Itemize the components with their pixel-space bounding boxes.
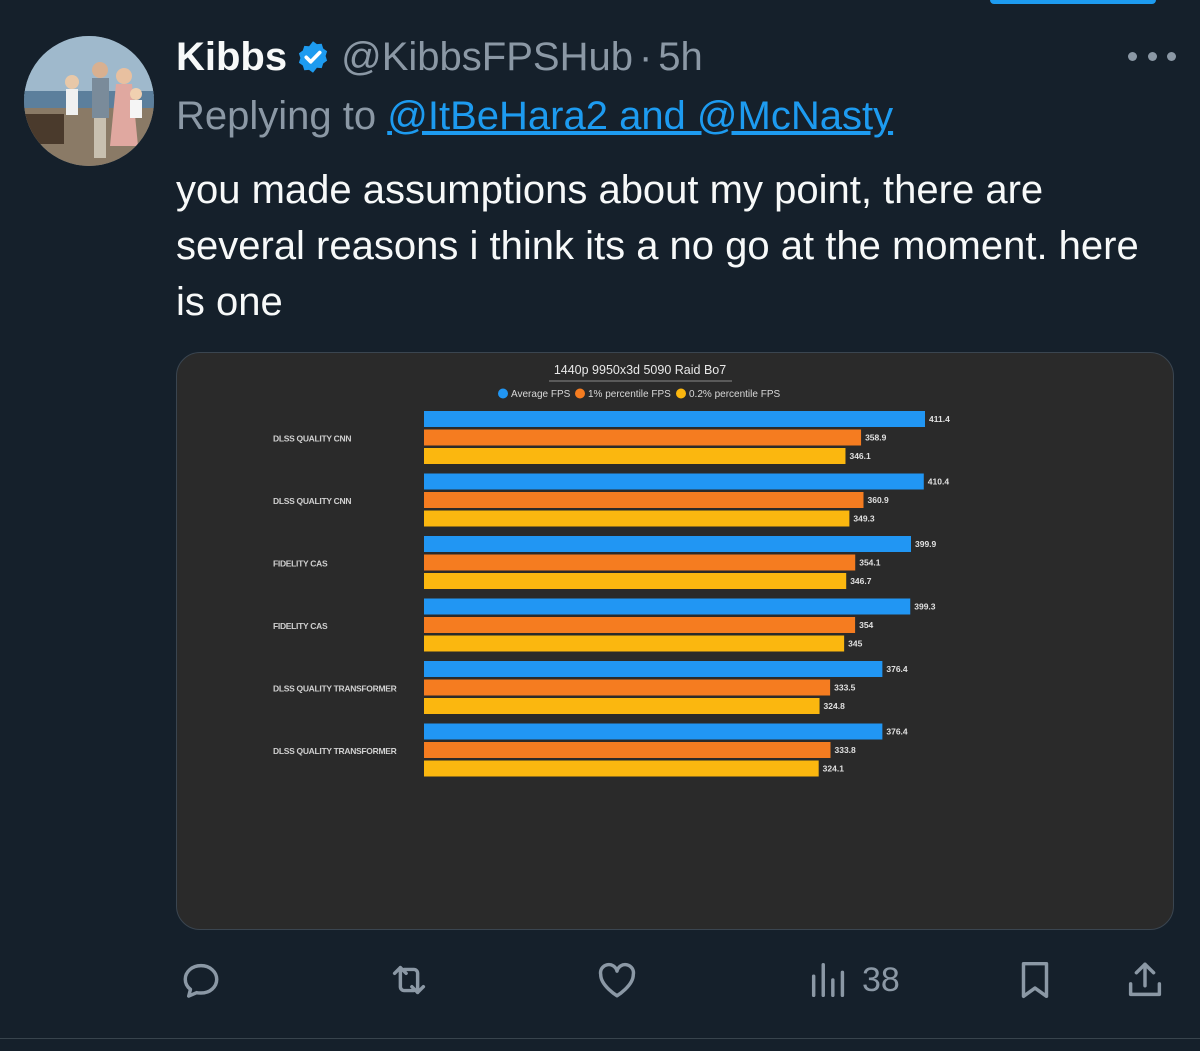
- category-label: DLSS QUALITY TRANSFORMER: [273, 684, 397, 694]
- views-icon: [811, 962, 845, 998]
- like-icon: [598, 962, 636, 998]
- bar-value-label: 358.9: [865, 433, 887, 443]
- retweet-icon: [392, 965, 426, 995]
- share-icon: [1128, 962, 1162, 997]
- chart-bar: [424, 573, 847, 589]
- category-label: DLSS QUALITY CNN: [273, 434, 351, 444]
- chart-bar: [424, 635, 845, 652]
- avatar[interactable]: [24, 36, 154, 166]
- views-button[interactable]: 38: [806, 950, 900, 1010]
- verified-badge-icon: [299, 41, 328, 73]
- chart-bar: [424, 473, 924, 490]
- legend-swatch: [575, 388, 585, 399]
- fps-bar-chart: 1440p 9950x3d 5090 Raid Bo7 Average FPS 1%…: [273, 363, 950, 777]
- user-handle[interactable]: @KibbsFPSHub: [341, 35, 633, 80]
- bar-value-label: 411.4: [929, 414, 950, 424]
- category-label: DLSS QUALITY CNN: [273, 496, 351, 506]
- tweet-page: Kibbs @KibbsFPSHub · 5h Replying to @ItB…: [0, 0, 1200, 1051]
- chart-bar: [424, 742, 831, 758]
- like-button[interactable]: [594, 950, 640, 1010]
- tweet-text: you made assumptions about my point, the…: [176, 168, 1139, 324]
- reply-button[interactable]: [178, 950, 224, 1010]
- bookmark-button[interactable]: [1012, 950, 1058, 1010]
- legend-label: Average FPS: [511, 389, 571, 400]
- legend-swatch: [676, 388, 686, 399]
- replying-to-link[interactable]: @ItBeHara2 and @McNasty: [387, 94, 893, 138]
- chart-bar: [424, 661, 883, 677]
- bar-value-label: 346.7: [850, 576, 872, 586]
- legend-swatch: [498, 388, 508, 399]
- more-options-icon[interactable]: [1128, 40, 1176, 72]
- chart-bar: [424, 598, 911, 615]
- chart-bar: [424, 723, 883, 740]
- bar-value-label: 346.1: [849, 451, 871, 461]
- chart-bar: [424, 492, 864, 508]
- separator-dot: ·: [638, 34, 653, 79]
- bar-value-label: 333.8: [834, 745, 856, 755]
- chart-bar: [424, 448, 846, 464]
- tweet-header: Kibbs @KibbsFPSHub · 5h: [176, 32, 703, 82]
- bar-value-label: 399.9: [915, 539, 937, 549]
- bar-value-label: 333.5: [834, 683, 856, 693]
- tweet-image-chart[interactable]: 1440p 9950x3d 5090 Raid Bo7 Average FPS 1%…: [176, 352, 1174, 930]
- chart-bar: [424, 698, 820, 714]
- display-name[interactable]: Kibbs: [176, 35, 287, 80]
- chart-bar: [424, 510, 850, 527]
- bar-value-label: 399.3: [914, 602, 936, 612]
- bar-value-label: 410.4: [928, 477, 950, 487]
- bar-value-label: 376.4: [886, 727, 908, 737]
- replying-to-line: Replying to @ItBeHara2 and @McNasty: [176, 94, 893, 139]
- top-accent-bar: [990, 0, 1156, 4]
- chart-bar: [424, 617, 856, 633]
- bar-value-label: 354: [859, 620, 873, 630]
- chart-bar: [424, 411, 925, 427]
- bar-value-label: 360.9: [868, 495, 890, 505]
- views-count: 38: [862, 960, 900, 999]
- bar-value-label: 324.8: [824, 701, 846, 711]
- bar-value-label: 349.3: [853, 514, 875, 524]
- legend-label: 1% percentile FPS: [588, 389, 671, 400]
- category-label: DLSS QUALITY TRANSFORMER: [273, 746, 397, 756]
- chart-bar: [424, 429, 862, 446]
- bar-value-label: 354.1: [859, 558, 881, 568]
- bar-value-label: 345: [848, 639, 862, 649]
- replying-prefix: Replying to: [176, 94, 377, 138]
- legend-label: 0.2% percentile FPS: [689, 389, 780, 400]
- reply-icon: [183, 963, 219, 998]
- category-label: FIDELITY CAS: [273, 559, 328, 569]
- bar-value-label: 324.1: [823, 764, 845, 774]
- chart-bar: [424, 760, 819, 777]
- chart-bar: [424, 536, 911, 552]
- avatar-photo: [24, 36, 154, 166]
- share-button[interactable]: [1122, 950, 1168, 1010]
- chart-bar: [424, 679, 831, 696]
- chart-title: 1440p 9950x3d 5090 Raid Bo7: [554, 363, 726, 377]
- action-bar: 38: [0, 950, 1200, 1010]
- chart-bar: [424, 554, 856, 571]
- bookmark-icon: [1021, 961, 1049, 999]
- retweet-button[interactable]: [386, 950, 432, 1010]
- bottom-divider: [0, 1038, 1200, 1039]
- bar-value-label: 376.4: [886, 664, 908, 674]
- timestamp[interactable]: 5h: [658, 35, 703, 80]
- category-label: FIDELITY CAS: [273, 621, 328, 631]
